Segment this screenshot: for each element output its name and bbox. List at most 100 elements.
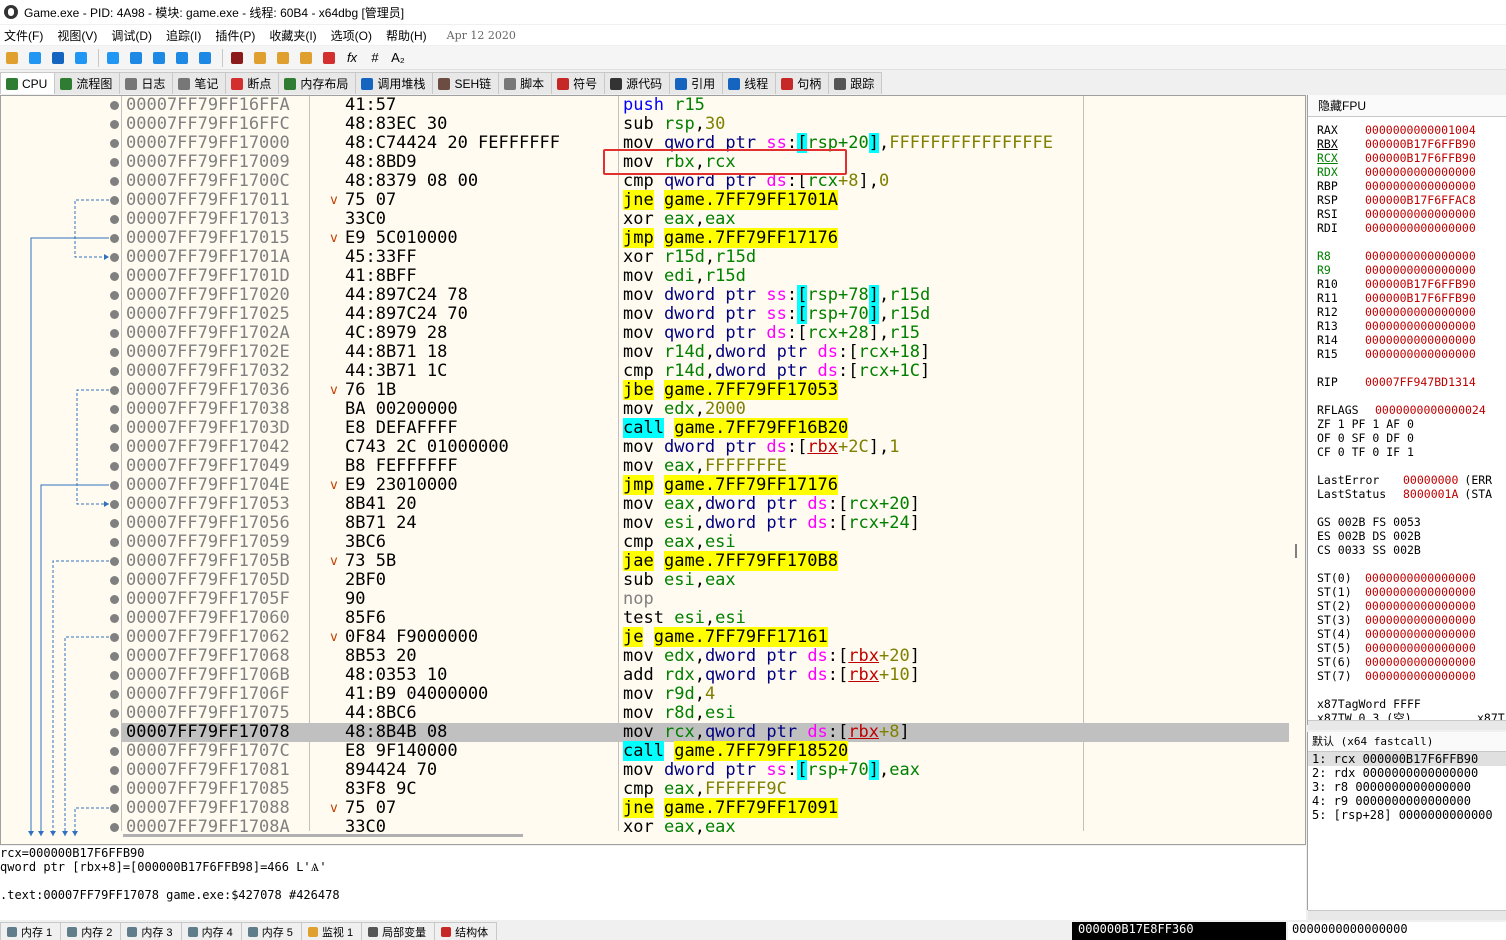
register-value[interactable]: 0000000000000000	[1365, 347, 1476, 361]
stack-value[interactable]: 0000000000000000	[1288, 922, 1506, 940]
disassembly-view[interactable]: 00007FF79FF16FFA 41:57 push r15 00007FF79FF…	[0, 95, 1306, 845]
tab-8[interactable]: SEH链	[432, 72, 500, 94]
breakpoint-dot[interactable]	[110, 538, 119, 547]
breakpoint-dot[interactable]	[110, 671, 119, 680]
register-row[interactable]: ST(5) 0000000000000000	[1317, 641, 1506, 655]
tab-3[interactable]: 日志	[119, 72, 174, 94]
tab-14[interactable]: 句柄	[775, 72, 830, 94]
breakpoint-dot[interactable]	[110, 367, 119, 376]
menu-item[interactable]: 选项(O)	[327, 27, 382, 44]
breakpoint-dot[interactable]	[110, 120, 119, 129]
callstack-arg-row[interactable]: 4: r9 0000000000000000	[1308, 794, 1506, 808]
register-value[interactable]: 8000001A	[1403, 487, 1458, 501]
breakpoint-dot[interactable]	[110, 633, 119, 642]
register-row[interactable]: RAX 0000000000001004	[1317, 123, 1506, 137]
breakpoint-dot[interactable]	[110, 690, 119, 699]
register-row[interactable]: RFLAGS 0000000000000024	[1317, 403, 1506, 417]
toolbar-glyph-button[interactable]: fx	[342, 48, 362, 68]
register-value[interactable]: 0000000000001004	[1365, 123, 1476, 137]
register-value[interactable]: 0000000000000000	[1365, 585, 1476, 599]
disasm-row[interactable]: 00007FF79FF17032 44:3B71 1C cmp r14d,dword…	[110, 362, 1289, 381]
register-value[interactable]: 0000000000000000	[1365, 655, 1476, 669]
register-value[interactable]: 0000000000000000	[1365, 207, 1476, 221]
toolbar-icon[interactable]	[126, 48, 146, 68]
toolbar-icon[interactable]	[195, 48, 215, 68]
register-value[interactable]: 0000000000000024	[1375, 403, 1486, 417]
bottom-tab[interactable]: 监视 1	[300, 922, 363, 940]
tab-13[interactable]: 线程	[722, 72, 777, 94]
breakpoint-dot[interactable]	[110, 443, 119, 452]
breakpoint-dot[interactable]	[110, 348, 119, 357]
bottom-tab[interactable]: 局部变量	[361, 922, 436, 940]
menu-item[interactable]: 收藏夹(I)	[265, 27, 326, 44]
menu-item[interactable]: 调试(D)	[107, 27, 162, 44]
register-row[interactable]: R9 0000000000000000	[1317, 263, 1506, 277]
register-row[interactable]: R8 0000000000000000	[1317, 249, 1506, 263]
register-row[interactable]: RSP 000000B17F6FFAC8	[1317, 193, 1506, 207]
disasm-row[interactable]: 00007FF79FF17060 85F6 test esi,esi	[110, 609, 1289, 628]
tab-1[interactable]: CPU	[0, 72, 56, 94]
register-value[interactable]: 00000000	[1403, 473, 1458, 487]
disasm-row[interactable]: 00007FF79FF1705F 90 nop	[110, 590, 1289, 609]
register-value[interactable]: 0000000000000000	[1365, 571, 1476, 585]
breakpoint-dot[interactable]	[110, 519, 119, 528]
disasm-row[interactable]: 00007FF79FF17062 v 0F84 F9000000 je game.7F…	[110, 627, 1289, 647]
register-row[interactable]: ST(7) 0000000000000000	[1317, 669, 1506, 683]
callstack-arg-row[interactable]: 1: rcx 000000B17F6FFB90	[1308, 752, 1506, 766]
disasm-row[interactable]: 00007FF79FF17015 v E9 5C010000 jmp game.7FF…	[110, 228, 1289, 248]
register-row[interactable]: R11 000000B17F6FFB90	[1317, 291, 1506, 305]
toolbar-icon[interactable]	[227, 48, 247, 68]
breakpoint-dot[interactable]	[110, 196, 119, 205]
tab-12[interactable]: 引用	[669, 72, 724, 94]
breakpoint-dot[interactable]	[110, 291, 119, 300]
disasm-row[interactable]: 00007FF79FF1702E 44:8B71 18 mov r14d,dword…	[110, 343, 1289, 362]
breakpoint-dot[interactable]	[110, 139, 119, 148]
breakpoint-dot[interactable]	[110, 823, 119, 832]
disasm-row[interactable]: 00007FF79FF1706F 41:B9 04000000 mov r9d,4	[110, 685, 1289, 704]
bottom-tab[interactable]: 内存 3	[120, 922, 182, 940]
breakpoint-dot[interactable]	[110, 614, 119, 623]
register-row[interactable]: R12 0000000000000000	[1317, 305, 1506, 319]
breakpoint-dot[interactable]	[110, 785, 119, 794]
register-value[interactable]: 0000000000000000	[1365, 319, 1476, 333]
bottom-tab[interactable]: 内存 4	[180, 922, 242, 940]
register-value[interactable]: 0000000000000000	[1365, 333, 1476, 347]
tab-5[interactable]: 断点	[225, 72, 280, 94]
breakpoint-dot[interactable]	[110, 424, 119, 433]
breakpoint-dot[interactable]	[110, 253, 119, 262]
register-value[interactable]: 0000000000000000	[1365, 221, 1476, 235]
disasm-row[interactable]: 00007FF79FF17081 894424 70 mov dword ptr s…	[110, 760, 1289, 780]
disasm-row[interactable]: 00007FF79FF17020 44:897C24 78 mov dword pt…	[110, 285, 1289, 305]
args-scrollbar[interactable]	[1308, 910, 1506, 920]
tab-9[interactable]: 脚本	[498, 72, 553, 94]
register-row[interactable]: R13 0000000000000000	[1317, 319, 1506, 333]
callstack-arg-row[interactable]: 3: r8 0000000000000000	[1308, 780, 1506, 794]
register-value[interactable]: 0000000000000000	[1365, 641, 1476, 655]
callstack-arg-row[interactable]: 2: rdx 0000000000000000	[1308, 766, 1506, 780]
disasm-row[interactable]: 00007FF79FF17025 44:897C24 70 mov dword pt…	[110, 304, 1289, 324]
disasm-row[interactable]: 00007FF79FF1703D E8 DEFAFFFF call game.7FF…	[110, 418, 1289, 438]
menu-item[interactable]: 帮助(H)	[382, 27, 437, 44]
menu-item[interactable]: 文件(F)	[0, 27, 53, 44]
breakpoint-dot[interactable]	[110, 272, 119, 281]
register-value[interactable]: 0000000000000000	[1365, 249, 1476, 263]
horizontal-scrollbar[interactable]	[123, 834, 523, 837]
register-row[interactable]: RCX 000000B17F6FFB90	[1317, 151, 1506, 165]
tab-15[interactable]: 跟踪	[828, 72, 883, 94]
tab-11[interactable]: 源代码	[604, 72, 671, 94]
disasm-row[interactable]: 00007FF79FF17088 v 75 07 jne game.7FF79FF17…	[110, 798, 1289, 818]
disasm-row[interactable]: 00007FF79FF17085 83F8 9C cmp eax,FFFFFF9C	[110, 780, 1289, 799]
toolbar-icon[interactable]	[71, 48, 91, 68]
callstack-arg-row[interactable]: 5: [rsp+28] 0000000000000	[1308, 808, 1506, 822]
toolbar-icon[interactable]	[25, 48, 45, 68]
register-value[interactable]: 0000000000000000	[1365, 613, 1476, 627]
toolbar-icon[interactable]	[250, 48, 270, 68]
register-value[interactable]: 0000000000000000	[1365, 599, 1476, 613]
register-value[interactable]: 000000B17F6FFB90	[1365, 137, 1476, 151]
register-row[interactable]: ST(0) 0000000000000000	[1317, 571, 1506, 585]
disasm-row[interactable]: 00007FF79FF1707C E8 9F140000 call game.7FF…	[110, 741, 1289, 761]
disasm-row[interactable]: 00007FF79FF17075 44:8BC6 mov r8d,esi	[110, 704, 1289, 723]
toolbar-icon[interactable]	[103, 48, 123, 68]
toolbar-icon[interactable]	[296, 48, 316, 68]
breakpoint-dot[interactable]	[110, 329, 119, 338]
